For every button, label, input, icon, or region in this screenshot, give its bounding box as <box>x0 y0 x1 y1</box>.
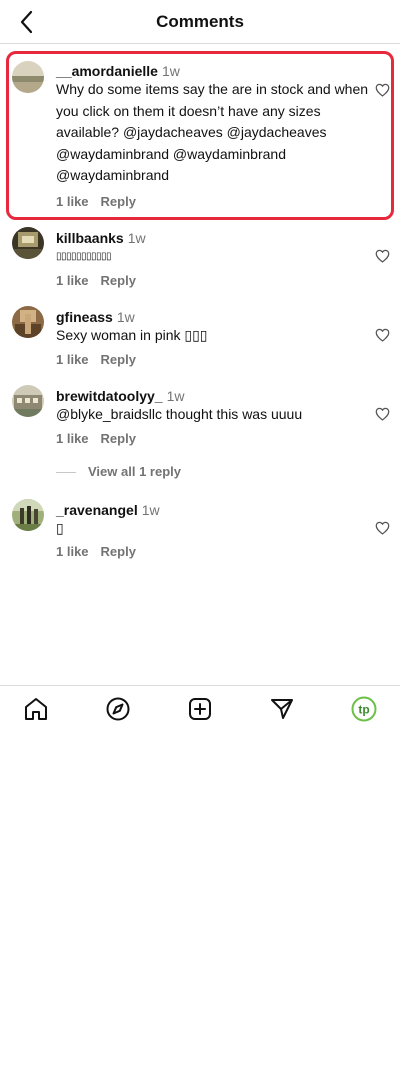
avatar[interactable] <box>12 227 44 259</box>
profile-initials: tp <box>358 703 369 717</box>
like-count[interactable]: 1 like <box>56 273 89 288</box>
view-replies-button[interactable]: View all 1 reply <box>56 464 181 479</box>
comment-text: ▯▯▯▯▯▯▯▯▯▯▯ <box>56 251 112 262</box>
avatar[interactable] <box>12 306 44 338</box>
reply-button[interactable]: Reply <box>101 194 136 209</box>
comment-username[interactable]: _ravenangel <box>56 502 138 518</box>
reply-button[interactable]: Reply <box>101 431 136 446</box>
page-title: Comments <box>156 12 244 31</box>
like-count[interactable]: 1 like <box>56 544 89 559</box>
heart-icon[interactable] <box>375 407 390 421</box>
reply-button[interactable]: Reply <box>101 544 136 559</box>
comment-timestamp: 1w <box>161 63 180 79</box>
comment-username[interactable]: killbaanks <box>56 230 124 246</box>
nav-messages[interactable] <box>269 696 295 722</box>
reply-button[interactable]: Reply <box>101 273 136 288</box>
nav-profile[interactable]: tp <box>351 696 377 722</box>
view-replies-label: View all 1 reply <box>88 464 181 479</box>
like-count[interactable]: 1 like <box>56 431 89 446</box>
comment-timestamp: 1w <box>141 502 160 518</box>
nav-create[interactable] <box>187 696 213 722</box>
header-bar: Comments <box>0 0 400 44</box>
heart-icon[interactable] <box>375 83 390 97</box>
home-icon <box>25 698 47 720</box>
heart-icon[interactable] <box>375 521 390 535</box>
heart-icon[interactable] <box>375 328 390 342</box>
nav-home[interactable] <box>23 696 49 722</box>
comment-text: Sexy woman in pink ▯▯▯ <box>56 327 208 343</box>
profile-avatar-icon: tp <box>351 696 377 722</box>
comment-username[interactable]: __amordanielle <box>56 63 158 79</box>
explore-compass-icon <box>106 697 130 721</box>
comment-text: @blyke_braidsllc thought this was uuuu <box>56 406 303 422</box>
heart-icon[interactable] <box>375 249 390 263</box>
comment-timestamp: 1w <box>116 309 135 325</box>
like-count[interactable]: 1 like <box>56 352 89 367</box>
create-plus-icon <box>189 698 211 720</box>
reply-button[interactable]: Reply <box>101 352 136 367</box>
reply-divider-line <box>56 472 76 474</box>
bottom-nav: tp <box>0 685 400 735</box>
avatar[interactable] <box>12 499 44 531</box>
send-message-icon <box>271 699 293 719</box>
comment-timestamp: 1w <box>127 230 146 246</box>
comment-text: ▯ <box>56 520 64 536</box>
comment-username[interactable]: gfineass <box>56 309 113 325</box>
comment-timestamp: 1w <box>166 388 185 404</box>
comment-username[interactable]: brewitdatoolyy_ <box>56 388 163 404</box>
comment-text: Why do some items say the are in stock a… <box>56 81 369 183</box>
avatar[interactable] <box>12 385 44 417</box>
like-count[interactable]: 1 like <box>56 194 89 209</box>
nav-explore[interactable] <box>105 696 131 722</box>
avatar[interactable] <box>12 61 44 93</box>
